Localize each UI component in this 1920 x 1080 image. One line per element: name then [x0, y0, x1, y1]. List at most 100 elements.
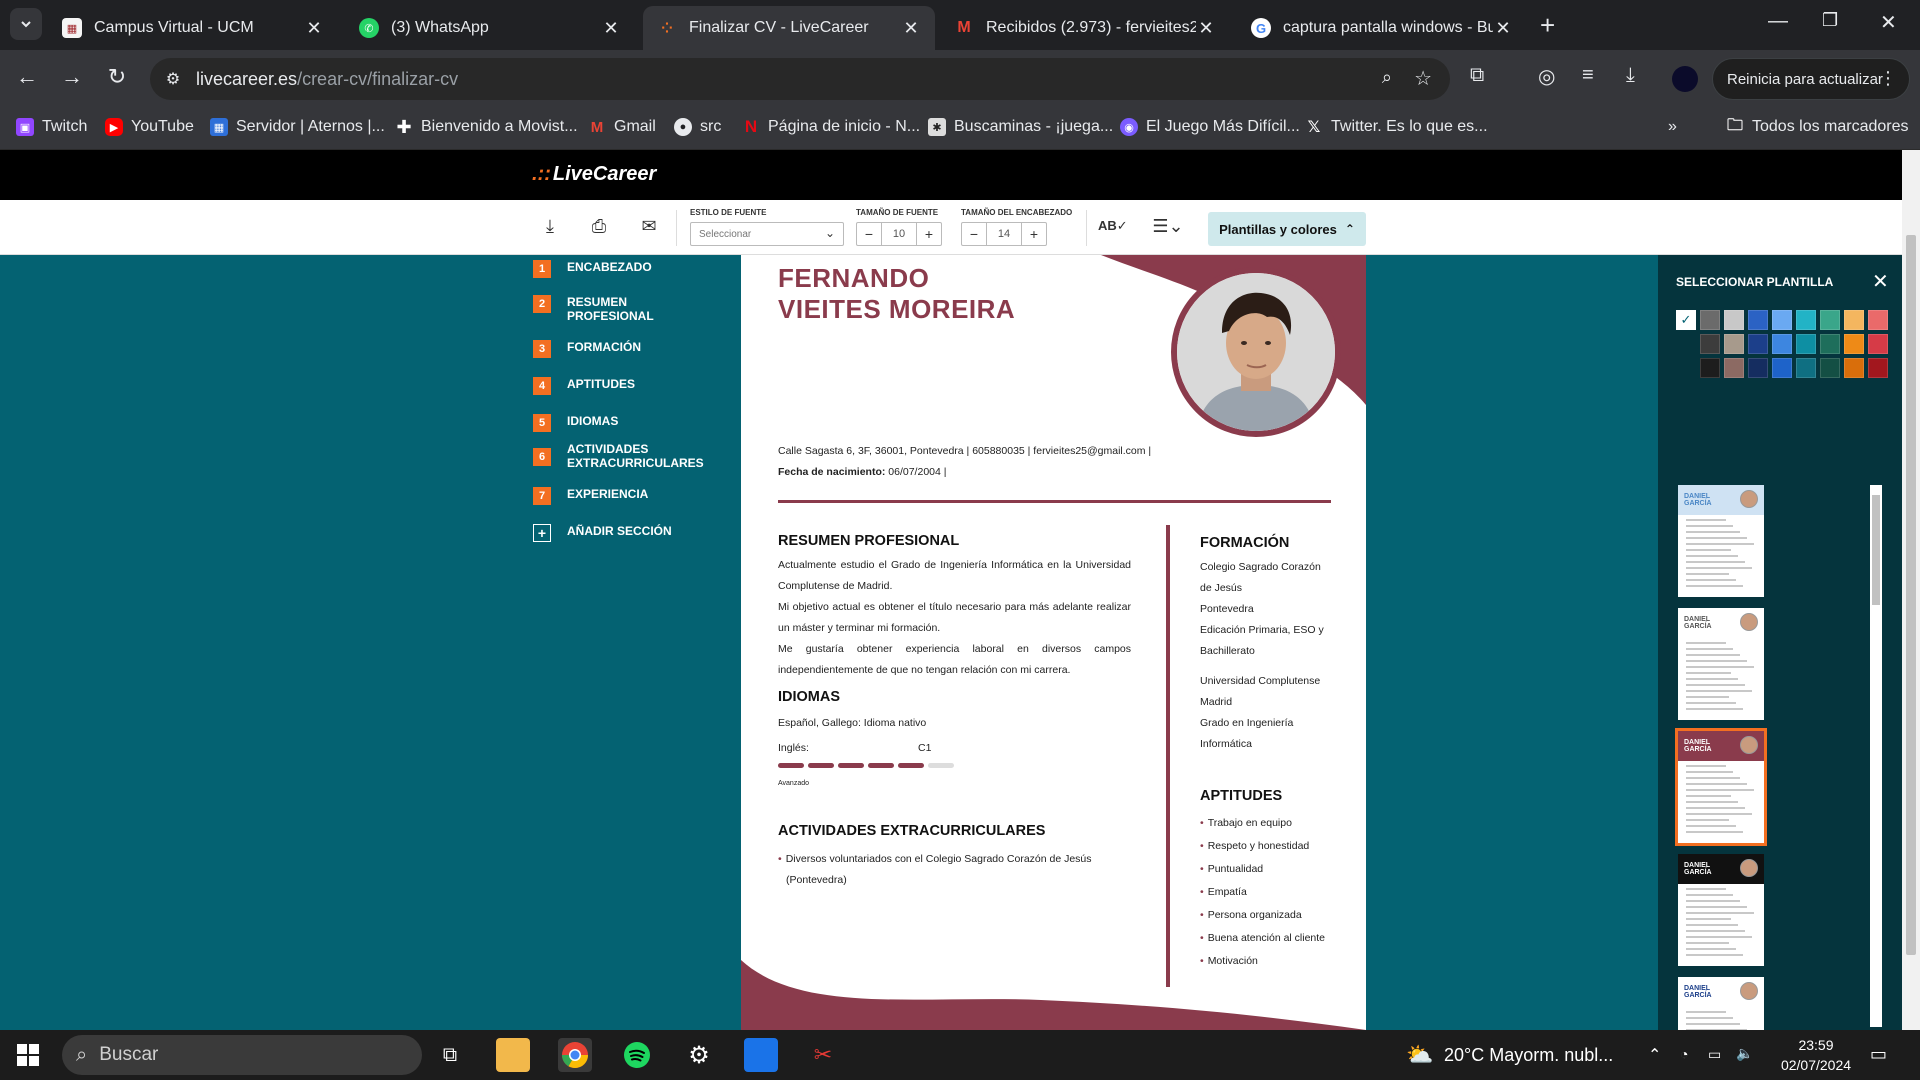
page-scrollbar[interactable]	[1902, 150, 1920, 1030]
forward-button[interactable]: →	[57, 64, 87, 90]
bookmark-buscaminas[interactable]: ✱ Buscaminas - ¡juega...	[928, 118, 1113, 136]
close-tab-icon[interactable]: ✕	[901, 18, 921, 39]
color-swatch[interactable]	[1748, 310, 1768, 330]
color-swatch[interactable]	[1700, 358, 1720, 378]
store-icon[interactable]	[744, 1038, 778, 1072]
color-swatch[interactable]	[1844, 334, 1864, 354]
tab-campus-virtual[interactable]: ▦ Campus Virtual - UCM ✕	[48, 6, 338, 50]
email-icon[interactable]: ✉	[637, 216, 661, 240]
selected-color-swatch[interactable]: ✓	[1676, 310, 1696, 330]
template-thumbnail[interactable]: DANIEL GARCÍA	[1678, 854, 1764, 966]
wifi-icon[interactable]: ◔	[1680, 1046, 1688, 1062]
bookmark-youtube[interactable]: ▶ YouTube	[105, 118, 194, 136]
notifications-icon[interactable]: ▭	[1870, 1044, 1887, 1065]
close-tab-icon[interactable]: ✕	[601, 18, 621, 39]
color-swatch[interactable]	[1796, 310, 1816, 330]
volume-icon[interactable]: 🔈	[1736, 1045, 1753, 1062]
all-bookmarks-folder[interactable]: 🗀 Todos los marcadores	[1726, 117, 1909, 136]
step-actividades[interactable]: 6 ACTIVIDADES EXTRACURRICULARES	[533, 442, 713, 470]
extensions-icon[interactable]: ⧉	[1470, 64, 1484, 87]
settings-icon[interactable]: ⚙	[682, 1038, 716, 1072]
step-aptitudes[interactable]: 4 APTITUDES	[533, 377, 713, 395]
font-style-select[interactable]: Seleccionar ⌄	[690, 222, 844, 246]
bookmark-gmail[interactable]: M Gmail	[588, 118, 656, 136]
bookmark-src[interactable]: ● src	[674, 118, 721, 136]
font-size-value[interactable]: 10	[881, 223, 917, 245]
template-thumbnail[interactable]: DANIEL GARCÍA	[1678, 977, 1764, 1030]
new-tab-button[interactable]: +	[1540, 10, 1555, 40]
weather-icon[interactable]: ⛅	[1406, 1042, 1433, 1068]
color-swatch[interactable]	[1820, 334, 1840, 354]
profile-avatar[interactable]	[1672, 66, 1698, 92]
download-icon[interactable]: ⤓	[1626, 64, 1635, 87]
windows-start-button[interactable]	[17, 1044, 39, 1071]
tab-whatsapp[interactable]: ✆ (3) WhatsApp ✕	[345, 6, 635, 50]
color-swatch[interactable]	[1772, 310, 1792, 330]
tab-livecareer[interactable]: ⁘ Finalizar CV - LiveCareer ✕	[643, 6, 935, 50]
back-button[interactable]: ←	[12, 64, 42, 90]
color-swatch[interactable]	[1724, 310, 1744, 330]
step-idiomas[interactable]: 5 IDIOMAS	[533, 414, 713, 432]
snipping-tool-icon[interactable]: ✂	[806, 1038, 840, 1072]
color-swatch[interactable]	[1868, 310, 1888, 330]
bookmark-aternos[interactable]: ▦ Servidor | Aternos |...	[210, 118, 385, 136]
cv-preview[interactable]: FERNANDO VIEITES MOREIRA Calle Sagasta 6…	[741, 255, 1366, 1030]
step-resumen-profesional[interactable]: 2 RESUMEN PROFESIONAL	[533, 295, 713, 323]
tab-google-search[interactable]: G captura pantalla windows - Busc ✕	[1237, 6, 1527, 50]
chevron-up-icon[interactable]: ⌃	[1648, 1045, 1661, 1065]
template-list-scrollbar[interactable]	[1870, 485, 1882, 1027]
layout-settings-icon[interactable]: ☰⌄	[1148, 216, 1188, 240]
window-close-button[interactable]: ✕	[1880, 10, 1897, 35]
livecareer-logo[interactable]: .:: LiveCareer	[532, 163, 656, 186]
color-swatch[interactable]	[1748, 358, 1768, 378]
close-tab-icon[interactable]: ✕	[1493, 18, 1513, 39]
minimize-button[interactable]: —	[1768, 10, 1788, 33]
restore-button[interactable]: ❐	[1822, 10, 1838, 31]
bookmark-juego-dificil[interactable]: ◉ El Juego Más Difícil...	[1120, 118, 1300, 136]
add-section-button[interactable]: + AÑADIR SECCIÓN	[533, 524, 713, 542]
bookmarks-overflow-button[interactable]: »	[1668, 118, 1677, 136]
color-swatch[interactable]	[1772, 334, 1792, 354]
close-tab-icon[interactable]: ✕	[304, 18, 324, 39]
weather-text[interactable]: 20°C Mayorm. nubl...	[1444, 1045, 1613, 1066]
battery-icon[interactable]: ▭	[1708, 1046, 1721, 1063]
color-swatch[interactable]	[1772, 358, 1792, 378]
tab-search-button[interactable]	[10, 8, 42, 40]
address-bar[interactable]: ⚙ livecareer.es/crear-cv/finalizar-cv ⌕ …	[150, 58, 1450, 100]
color-swatch[interactable]	[1868, 334, 1888, 354]
scrollbar-thumb[interactable]	[1872, 495, 1880, 605]
templates-colors-button[interactable]: Plantillas y colores ⌃	[1208, 212, 1366, 246]
header-size-value[interactable]: 14	[986, 223, 1022, 245]
task-view-icon[interactable]: ⧉	[433, 1038, 467, 1072]
color-swatch[interactable]	[1820, 358, 1840, 378]
spellcheck-icon[interactable]: AB✓	[1098, 218, 1128, 242]
template-thumbnail[interactable]: DANIEL GARCÍA	[1678, 485, 1764, 597]
step-experiencia[interactable]: 7 EXPERIENCIA	[533, 487, 713, 505]
bookmark-movistar[interactable]: ✚ Bienvenido a Movist...	[395, 117, 577, 137]
color-swatch[interactable]	[1820, 310, 1840, 330]
color-swatch[interactable]	[1844, 310, 1864, 330]
bookmark-twitter[interactable]: 𝕏 Twitter. Es lo que es...	[1305, 118, 1488, 136]
reload-button[interactable]: ↻	[102, 64, 132, 90]
color-swatch[interactable]	[1724, 358, 1744, 378]
color-swatch[interactable]	[1796, 358, 1816, 378]
color-swatch[interactable]	[1844, 358, 1864, 378]
color-swatch[interactable]	[1724, 334, 1744, 354]
performance-icon[interactable]: ◎	[1538, 64, 1555, 89]
template-thumbnail[interactable]: DANIEL GARCÍA	[1675, 728, 1767, 846]
color-swatch[interactable]	[1868, 358, 1888, 378]
chrome-icon[interactable]	[558, 1038, 592, 1072]
file-explorer-icon[interactable]	[496, 1038, 530, 1072]
template-thumbnail[interactable]: DANIEL GARCÍA	[1678, 608, 1764, 720]
bookmark-star-icon[interactable]: ☆	[1414, 66, 1432, 91]
taskbar-search[interactable]: ⌕ Buscar	[62, 1035, 422, 1075]
media-control-icon[interactable]: ≡	[1582, 64, 1594, 87]
close-panel-icon[interactable]: ✕	[1872, 269, 1889, 294]
decrease-font-size-button[interactable]: −	[857, 223, 881, 245]
decrease-header-size-button[interactable]: −	[962, 223, 986, 245]
color-swatch[interactable]	[1700, 310, 1720, 330]
update-button[interactable]: Reinicia para actualizar ⋮	[1712, 58, 1910, 100]
zoom-icon[interactable]: ⌕	[1382, 67, 1392, 88]
clock[interactable]: 23:59 02/07/2024	[1780, 1037, 1852, 1073]
increase-header-size-button[interactable]: +	[1022, 223, 1046, 245]
